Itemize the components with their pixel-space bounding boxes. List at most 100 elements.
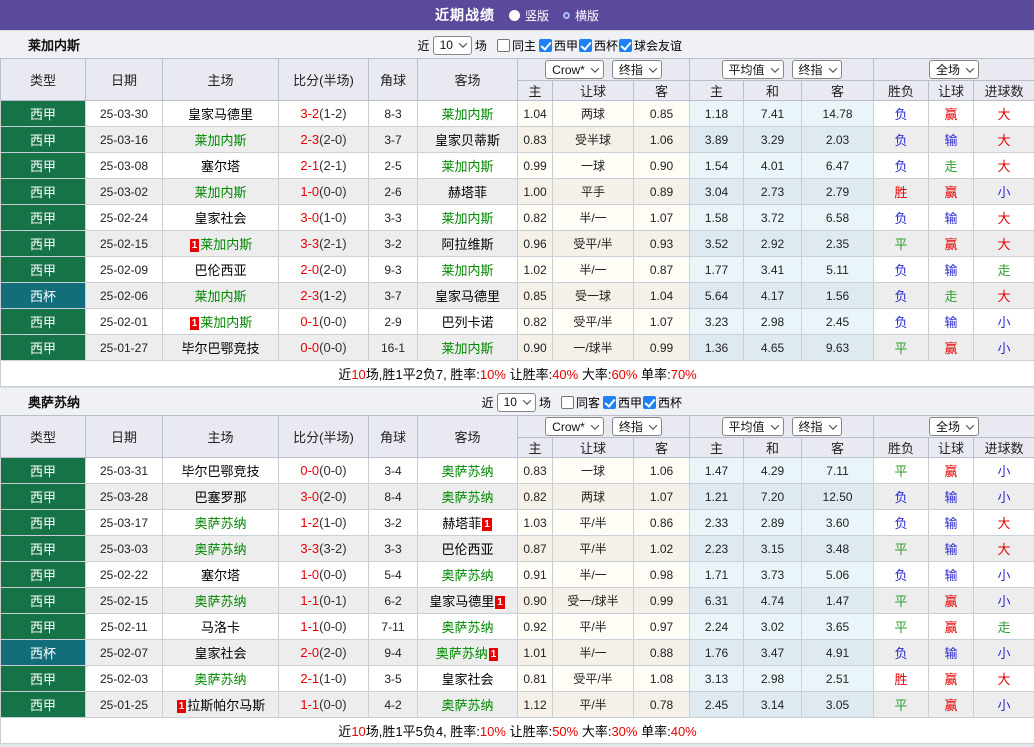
- team-name-link[interactable]: 巴伦西亚: [441, 542, 493, 557]
- team-name-link[interactable]: 赫塔菲: [442, 516, 481, 531]
- result-outcome: 负: [874, 127, 929, 153]
- fulltime-score: 2-0: [300, 645, 319, 660]
- away-team: 奥萨苏纳: [418, 458, 518, 484]
- team-name-link[interactable]: 莱加内斯: [200, 315, 252, 330]
- result-outcome: 平: [874, 692, 929, 718]
- team-name-link[interactable]: 毕尔巴鄂竞技: [181, 464, 259, 479]
- checkbox-checked-icon[interactable]: [643, 396, 656, 409]
- team-name-link[interactable]: 莱加内斯: [200, 237, 252, 252]
- avg-stage-select[interactable]: 终指: [792, 417, 842, 436]
- radio-selected-icon[interactable]: [509, 10, 520, 21]
- team-name-link[interactable]: 塞尔塔: [201, 568, 240, 583]
- avg-stage-select[interactable]: 终指: [792, 60, 842, 79]
- scope-select[interactable]: 全场: [929, 60, 979, 79]
- team-name-link[interactable]: 莱加内斯: [441, 211, 493, 226]
- team-name-link[interactable]: 奥萨苏纳: [441, 698, 493, 713]
- team-name-link[interactable]: 莱加内斯: [194, 133, 246, 148]
- layout-radio-vertical[interactable]: 竖版: [509, 7, 549, 24]
- match-date: 25-01-25: [86, 692, 163, 718]
- league-filter[interactable]: 西杯: [643, 394, 682, 411]
- team-name-link[interactable]: 马洛卡: [201, 620, 240, 635]
- team-name-link[interactable]: 奥萨苏纳: [441, 464, 493, 479]
- home-team: 莱加内斯: [163, 127, 279, 153]
- halftime-score: (1-0): [319, 671, 346, 686]
- team-name-link[interactable]: 塞尔塔: [201, 159, 240, 174]
- result-outcome: 胜: [874, 666, 929, 692]
- team-name-link[interactable]: 赫塔菲: [448, 185, 487, 200]
- layout-radio-horizontal[interactable]: 横版: [563, 7, 599, 24]
- team-name-link[interactable]: 莱加内斯: [441, 107, 493, 122]
- avg-away: 3.48: [802, 536, 874, 562]
- chevron-down-icon: [828, 64, 836, 72]
- team-name-link[interactable]: 奥萨苏纳: [441, 620, 493, 635]
- matches-table: 类型 日期 主场 比分(半场) 角球 客场 Crow* 终指 平均值 终指: [0, 415, 1034, 744]
- recent-label: 近: [482, 394, 494, 411]
- odds-stage-select[interactable]: 终指: [612, 60, 662, 79]
- recent-count-select[interactable]: 10: [497, 393, 536, 412]
- team-name-link[interactable]: 皇家贝蒂斯: [435, 133, 500, 148]
- col-header-avg-home: 主: [690, 438, 744, 458]
- team-name-link[interactable]: 莱加内斯: [194, 289, 246, 304]
- odds-handicap: 平/半: [553, 692, 634, 718]
- odds-handicap: 半/一: [553, 562, 634, 588]
- team-name-link[interactable]: 奥萨苏纳: [441, 490, 493, 505]
- team-name-link[interactable]: 皇家社会: [441, 672, 493, 687]
- odds-away: 0.87: [634, 257, 690, 283]
- chevron-down-icon: [591, 421, 599, 429]
- score: 2-0(2-0): [279, 640, 369, 666]
- radio-unselected-icon[interactable]: [563, 12, 570, 19]
- result-value: 负: [895, 133, 908, 148]
- team-name-link[interactable]: 拉斯帕尔马斯: [187, 698, 265, 713]
- team-name-link[interactable]: 皇家社会: [194, 646, 246, 661]
- team-name-link[interactable]: 奥萨苏纳: [194, 594, 246, 609]
- scope-select[interactable]: 全场: [929, 417, 979, 436]
- checkbox-checked-icon[interactable]: [603, 396, 616, 409]
- avg-home: 2.33: [690, 510, 744, 536]
- team-name-link[interactable]: 毕尔巴鄂竞技: [181, 341, 259, 356]
- odds-away: 1.06: [634, 127, 690, 153]
- team-name-link[interactable]: 莱加内斯: [194, 185, 246, 200]
- avg-source-select[interactable]: 平均值: [722, 60, 784, 79]
- odds-source-select[interactable]: Crow*: [545, 60, 604, 79]
- checkbox-unchecked-icon[interactable]: [497, 39, 510, 52]
- league-filter[interactable]: 球会友谊: [619, 37, 682, 54]
- away-team: 皇家马德里1: [418, 588, 518, 614]
- checkbox-checked-icon[interactable]: [579, 39, 592, 52]
- team-name-link[interactable]: 皇家马德里: [429, 594, 494, 609]
- team-name-link[interactable]: 巴列卡诺: [441, 315, 493, 330]
- team-name-link[interactable]: 奥萨苏纳: [194, 542, 246, 557]
- result-handicap: 赢: [929, 614, 974, 640]
- team-name-link[interactable]: 莱加内斯: [441, 341, 493, 356]
- league-filter[interactable]: 西甲: [539, 37, 578, 54]
- team-name-link[interactable]: 莱加内斯: [441, 263, 493, 278]
- same-venue-filter[interactable]: 同主: [497, 37, 536, 54]
- red-card-badge: 1: [489, 648, 499, 661]
- avg-home: 1.21: [690, 484, 744, 510]
- team-name-link[interactable]: 巴塞罗那: [194, 490, 246, 505]
- league-filter[interactable]: 西甲: [603, 394, 642, 411]
- league-type: 西甲: [1, 335, 86, 361]
- team-name-link[interactable]: 阿拉维斯: [441, 237, 493, 252]
- col-header-home: 主场: [163, 59, 279, 101]
- team-name-link[interactable]: 奥萨苏纳: [436, 646, 488, 661]
- result-value: 大: [998, 133, 1011, 148]
- team-name-link[interactable]: 莱加内斯: [441, 159, 493, 174]
- halftime-score: (0-0): [319, 340, 346, 355]
- checkbox-unchecked-icon[interactable]: [561, 396, 574, 409]
- team-name-link[interactable]: 皇家社会: [194, 211, 246, 226]
- odds-source-select[interactable]: Crow*: [545, 417, 604, 436]
- team-name-link[interactable]: 奥萨苏纳: [194, 516, 246, 531]
- halftime-score: (1-0): [319, 210, 346, 225]
- team-name-link[interactable]: 奥萨苏纳: [441, 568, 493, 583]
- recent-count-select[interactable]: 10: [433, 36, 472, 55]
- checkbox-checked-icon[interactable]: [539, 39, 552, 52]
- avg-source-select[interactable]: 平均值: [722, 417, 784, 436]
- odds-stage-select[interactable]: 终指: [612, 417, 662, 436]
- same-venue-filter[interactable]: 同客: [561, 394, 600, 411]
- team-name-link[interactable]: 奥萨苏纳: [194, 672, 246, 687]
- team-name-link[interactable]: 皇家马德里: [188, 107, 253, 122]
- team-name-link[interactable]: 巴伦西亚: [194, 263, 246, 278]
- team-name-link[interactable]: 皇家马德里: [435, 289, 500, 304]
- checkbox-checked-icon[interactable]: [619, 39, 632, 52]
- league-filter[interactable]: 西杯: [579, 37, 618, 54]
